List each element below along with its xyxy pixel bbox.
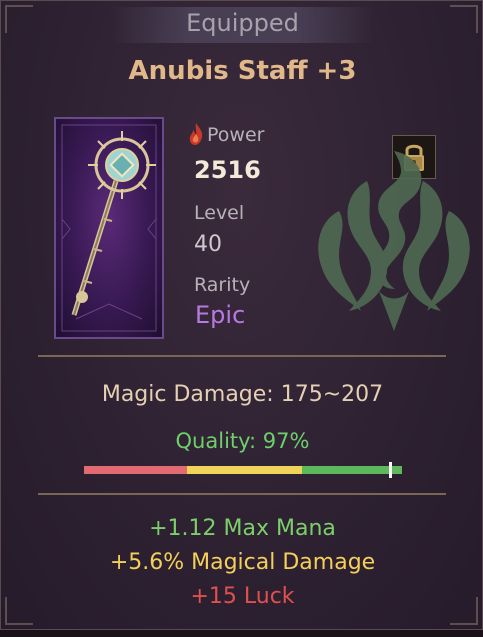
power-value: 2516	[194, 156, 261, 184]
quality-bar	[84, 462, 402, 478]
rarity-label: Rarity	[194, 274, 251, 296]
bonus-max-mana: +1.12 Max Mana	[149, 516, 336, 541]
class-emblem-icon	[318, 151, 470, 331]
quality-marker	[389, 462, 393, 478]
item-icon-frame[interactable]	[54, 117, 164, 339]
flame-icon	[189, 123, 203, 145]
level-label: Level	[194, 202, 245, 224]
bonus-luck: +15 Luck	[190, 584, 295, 609]
quality-bar-mid	[187, 466, 302, 474]
item-tooltip: Equipped Anubis Staff +3 Power 2516 Leve…	[0, 0, 483, 630]
divider	[38, 493, 446, 495]
level-value: 40	[194, 232, 222, 257]
magic-damage-stat: Magic Damage: 175~207	[101, 382, 384, 407]
equipped-label: Equipped	[186, 9, 299, 37]
quality-bar-low	[84, 466, 187, 474]
rarity-value: Epic	[195, 301, 246, 329]
power-label: Power	[207, 124, 265, 146]
quality-label: Quality: 97%	[175, 429, 310, 453]
divider	[38, 355, 446, 357]
bonus-magical-damage: +5.6% Magical Damage	[109, 550, 376, 575]
item-name: Anubis Staff +3	[128, 56, 357, 86]
staff-icon	[61, 124, 157, 332]
quality-bar-high	[302, 466, 402, 474]
